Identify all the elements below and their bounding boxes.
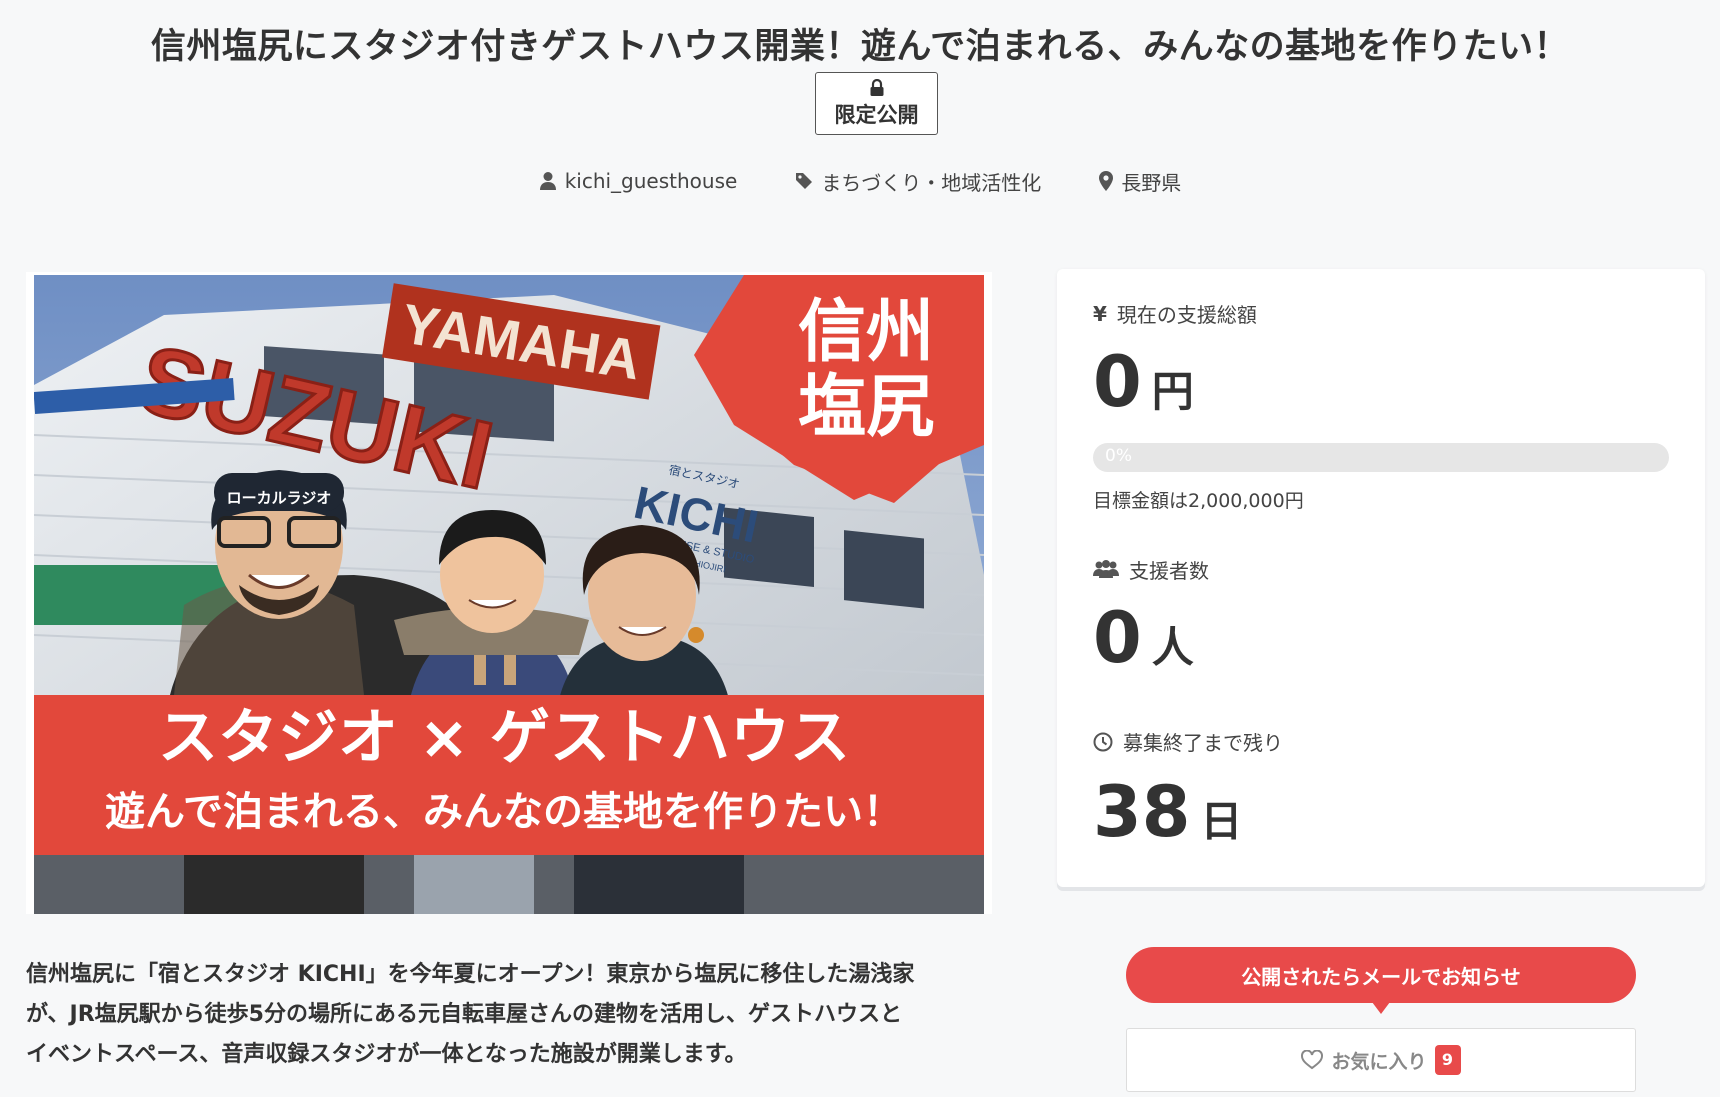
remaining-unit: 日 bbox=[1200, 797, 1243, 846]
banner-line-1: スタジオ × ゲストハウス bbox=[158, 703, 850, 773]
amount-value-row: 0 円 bbox=[1093, 347, 1194, 417]
limited-badge-label: 限定公開 bbox=[834, 102, 919, 127]
supporters-label-row: 支援者数 bbox=[1093, 555, 1209, 584]
remaining-value: 38 bbox=[1093, 771, 1191, 853]
favorite-button[interactable]: お気に入り 9 bbox=[1126, 1028, 1636, 1092]
project-title: 信州塩尻にスタジオ付きゲストハウス開業！遊んで泊まれる、みんなの基地を作りたい！ bbox=[150, 27, 1570, 67]
favorite-count-badge: 9 bbox=[1434, 1045, 1461, 1075]
amount-unit: 円 bbox=[1151, 367, 1194, 416]
progress-label: 0% bbox=[1105, 446, 1132, 466]
description-line: イベントスペース、音声収録スタジオが一体となった施設が開業します。 bbox=[26, 1042, 747, 1067]
category-link[interactable]: まちづくり・地域活性化 bbox=[795, 167, 1041, 196]
notify-on-publish-button[interactable]: 公開されたらメールでお知らせ bbox=[1126, 947, 1636, 1014]
lock-icon bbox=[870, 78, 883, 96]
description-line: が、JR塩尻駅から徒歩5分の場所にある元自転車屋さんの建物を活用し、ゲストハウス… bbox=[26, 1002, 902, 1027]
owner-name: kichi_guesthouse bbox=[564, 169, 738, 193]
project-page: 信州塩尻にスタジオ付きゲストハウス開業！遊んで泊まれる、みんなの基地を作りたい！… bbox=[0, 0, 1720, 1097]
supporters-value-row: 0 人 bbox=[1093, 603, 1194, 673]
description-line: 信州塩尻に「宿とスタジオ KICHI」を今年夏にオープン！東京から塩尻に移住した… bbox=[26, 962, 915, 987]
notify-button-label: 公開されたらメールでお知らせ bbox=[1241, 964, 1521, 989]
stats-card: ¥ 現在の支援総額 0 円 0% 目標金額は2,000,000円 支援者数 0 bbox=[1057, 269, 1705, 887]
corner-text-2: 塩尻 bbox=[798, 368, 934, 447]
amount-value: 0 bbox=[1093, 341, 1142, 423]
remaining-label: 募集終了まで残り bbox=[1123, 731, 1283, 755]
amount-label: 現在の支援総額 bbox=[1116, 303, 1257, 327]
supporters-value: 0 bbox=[1093, 597, 1142, 679]
location-icon bbox=[1099, 171, 1114, 191]
corner-text-1: 信州 bbox=[798, 293, 934, 372]
favorite-label: お気に入り bbox=[1331, 1050, 1427, 1073]
supporters-label: 支援者数 bbox=[1129, 559, 1209, 583]
banner-line-2: 遊んで泊まれる、みんなの基地を作りたい！ bbox=[105, 789, 903, 835]
tag-icon bbox=[796, 173, 813, 189]
hero-illustration: YAMAHA SUZUKI 宿とスタジオ KICHI GUESTHOUSE & … bbox=[34, 275, 984, 914]
user-icon bbox=[539, 172, 556, 190]
project-description: 信州塩尻に「宿とスタジオ KICHI」を今年夏にオープン！東京から塩尻に移住した… bbox=[26, 955, 1006, 1075]
clock-icon bbox=[1093, 732, 1113, 751]
progress-bar: 0% bbox=[1093, 443, 1669, 472]
amount-label-row: ¥ 現在の支援総額 bbox=[1093, 299, 1257, 328]
project-meta: kichi_guesthouse まちづくり・地域活性化 長野県 bbox=[0, 166, 1720, 196]
limited-public-badge: 限定公開 bbox=[815, 72, 938, 135]
hero-image: YAMAHA SUZUKI 宿とスタジオ KICHI GUESTHOUSE & … bbox=[26, 272, 992, 914]
location-name: 長野県 bbox=[1121, 170, 1182, 195]
remaining-label-row: 募集終了まで残り bbox=[1093, 727, 1283, 756]
users-icon bbox=[1093, 559, 1119, 578]
goal-text: 目標金額は2,000,000円 bbox=[1093, 490, 1304, 512]
cap-text: ローカルラジオ bbox=[227, 489, 332, 507]
location-link[interactable]: 長野県 bbox=[1099, 167, 1181, 196]
heart-icon bbox=[1301, 1050, 1324, 1070]
category-name: まちづくり・地域活性化 bbox=[821, 170, 1042, 195]
supporters-unit: 人 bbox=[1151, 623, 1194, 672]
remaining-value-row: 38 日 bbox=[1093, 777, 1242, 847]
owner-link[interactable]: kichi_guesthouse bbox=[539, 169, 738, 193]
yen-icon: ¥ bbox=[1093, 301, 1107, 326]
